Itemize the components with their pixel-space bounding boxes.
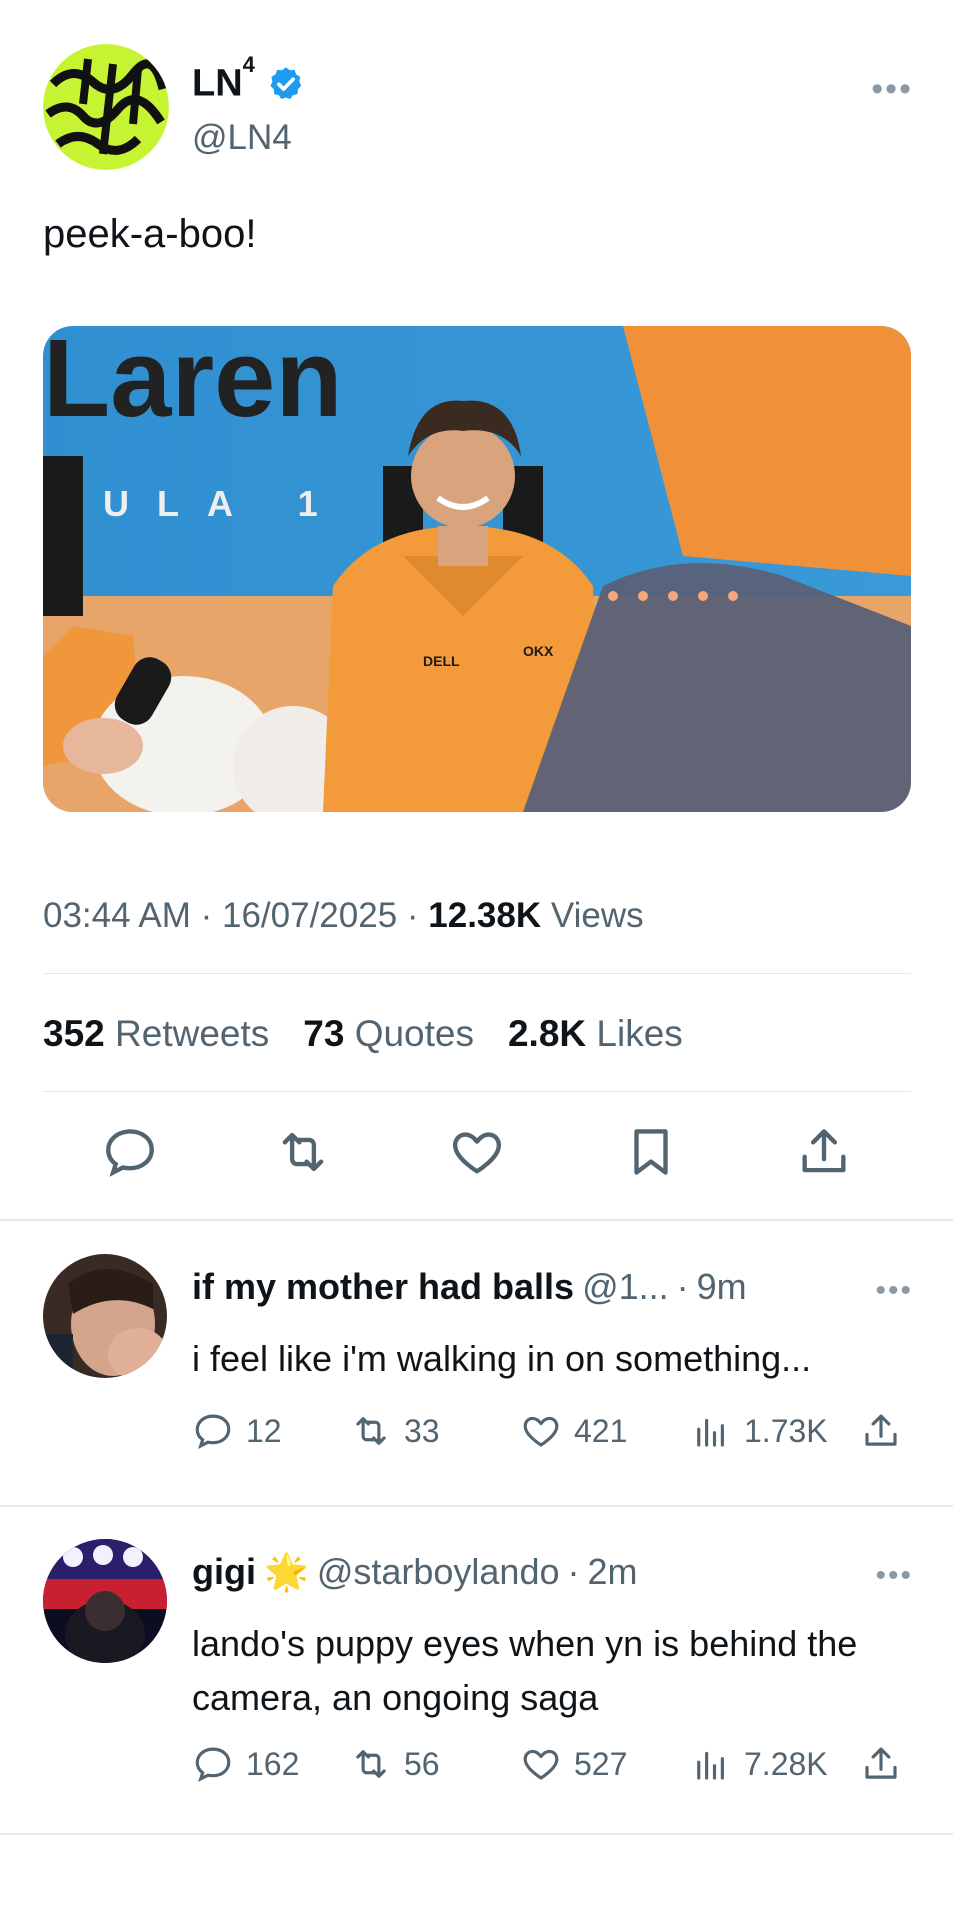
reply-icon — [105, 1129, 154, 1177]
heart-icon — [523, 1416, 559, 1447]
reply-views-button[interactable]: 7.28K — [690, 1743, 860, 1785]
star-emoji: 🌟 — [263, 1551, 309, 1592]
reply-avatar[interactable] — [43, 1254, 167, 1378]
retweet-icon — [356, 1417, 386, 1445]
more-options-icon[interactable]: ••• — [875, 1274, 913, 1308]
like-button[interactable] — [445, 1120, 509, 1184]
reply-count: 12 — [246, 1412, 282, 1449]
views-chart-icon — [697, 1751, 724, 1780]
reply-item[interactable]: gigi 🌟 @starboylando · 2m ••• lando's pu… — [0, 1507, 953, 1833]
tweet-meta: 03:44 AM · 16/07/2025 · 12.38K Views — [43, 896, 644, 936]
reply-text: lando's puppy eyes when yn is behind the… — [192, 1623, 858, 1718]
share-icon — [865, 1414, 897, 1446]
author-handle[interactable]: @LN4 — [192, 118, 292, 158]
reply-display-name[interactable]: gigi — [192, 1551, 256, 1593]
likes-stat[interactable]: 2.8K Likes — [508, 1013, 683, 1055]
reply-actions: 12 33 421 1.73K — [192, 1410, 912, 1452]
share-button[interactable] — [792, 1120, 856, 1184]
likes-count: 2.8K — [507, 1013, 587, 1054]
reply-separator: · — [676, 1266, 689, 1307]
more-options-icon[interactable]: ••• — [871, 70, 913, 109]
shirt-logo-dell: DELL — [423, 653, 460, 669]
likes-label: Likes — [596, 1013, 683, 1054]
reply-retweet-button[interactable]: 56 — [350, 1743, 520, 1785]
retweets-label: Retweets — [115, 1013, 270, 1054]
retweet-icon — [283, 1132, 324, 1172]
reply-icon — [195, 1414, 231, 1449]
reply-separator: · — [567, 1551, 580, 1592]
reply-comment-button[interactable]: 162 — [192, 1743, 350, 1785]
views-label: Views — [550, 896, 644, 935]
retweet-button[interactable] — [271, 1120, 335, 1184]
heart-icon — [523, 1749, 559, 1780]
views-chart-icon — [697, 1418, 724, 1447]
reply-handle[interactable]: @starboylando — [317, 1551, 560, 1593]
reply-comment-button[interactable]: 12 — [192, 1410, 350, 1452]
retweets-count: 352 — [43, 1013, 105, 1054]
tweet-timestamp[interactable]: 03:44 AM · 16/07/2025 · — [43, 896, 428, 935]
retweets-stat[interactable]: 352 Retweets — [43, 1013, 269, 1055]
banner-text-top: Laren — [43, 326, 343, 440]
views-count: 12.38K — [428, 896, 542, 935]
reply-share-button[interactable] — [860, 1743, 902, 1785]
reply-header: gigi 🌟 @starboylando · 2m — [192, 1551, 638, 1593]
retweet-count: 56 — [404, 1745, 440, 1782]
quotes-label: Quotes — [354, 1013, 474, 1054]
reply-count: 162 — [246, 1745, 300, 1782]
views-count: 1.73K — [744, 1412, 828, 1449]
reply-item[interactable]: if my mother had balls @1... · 9m ••• i … — [0, 1222, 953, 1506]
divider — [43, 973, 911, 974]
share-icon — [802, 1129, 846, 1173]
divider — [43, 1091, 911, 1092]
action-bar — [43, 1120, 911, 1184]
reply-avatar[interactable] — [43, 1539, 167, 1663]
heart-icon — [453, 1132, 501, 1174]
section-divider — [0, 1219, 953, 1221]
tweet-image[interactable]: Laren ULA 1 T DELL OKX — [43, 326, 911, 812]
quotes-stat[interactable]: 73 Quotes — [303, 1013, 474, 1055]
author-avatar[interactable] — [43, 44, 169, 170]
reply-share-button[interactable] — [860, 1410, 902, 1452]
shirt-logo-okx: OKX — [523, 643, 554, 659]
retweet-icon — [356, 1750, 386, 1778]
views-count: 7.28K — [744, 1745, 828, 1782]
bookmark-button[interactable] — [619, 1120, 683, 1184]
more-options-icon[interactable]: ••• — [875, 1559, 913, 1593]
main-tweet: LN4 @LN4 ••• peek-a-boo! Laren ULA 1 T D… — [0, 0, 953, 1222]
author-name-text: LN — [192, 62, 243, 105]
reply-header: if my mother had balls @1... · 9m — [192, 1266, 747, 1308]
reply-handle[interactable]: @1... — [582, 1266, 669, 1308]
tweet-text: peek-a-boo! — [43, 212, 257, 256]
retweet-count: 33 — [404, 1412, 440, 1449]
section-divider — [0, 1833, 953, 1835]
reply-time[interactable]: 2m — [588, 1551, 638, 1593]
like-count: 527 — [574, 1745, 628, 1782]
quotes-count: 73 — [303, 1013, 345, 1054]
engagement-stats: 352 Retweets 73 Quotes 2.8K Likes — [43, 1013, 683, 1055]
reply-button[interactable] — [98, 1120, 162, 1184]
like-count: 421 — [574, 1412, 628, 1449]
verified-badge-icon — [270, 67, 302, 99]
bookmark-icon — [633, 1129, 668, 1175]
reply-like-button[interactable]: 527 — [520, 1743, 690, 1785]
reply-display-name[interactable]: if my mother had balls — [192, 1266, 574, 1308]
author-display-name[interactable]: LN4 — [192, 52, 305, 106]
reply-like-button[interactable]: 421 — [520, 1410, 690, 1452]
share-icon — [865, 1747, 897, 1779]
reply-actions: 162 56 527 7.28K — [192, 1743, 912, 1785]
author-name-sup: 4 — [242, 52, 255, 77]
reply-time[interactable]: 9m — [697, 1266, 747, 1308]
reply-text: i feel like i'm walking in on something.… — [192, 1338, 812, 1379]
reply-icon — [195, 1747, 231, 1782]
reply-retweet-button[interactable]: 33 — [350, 1410, 520, 1452]
reply-views-button[interactable]: 1.73K — [690, 1410, 860, 1452]
